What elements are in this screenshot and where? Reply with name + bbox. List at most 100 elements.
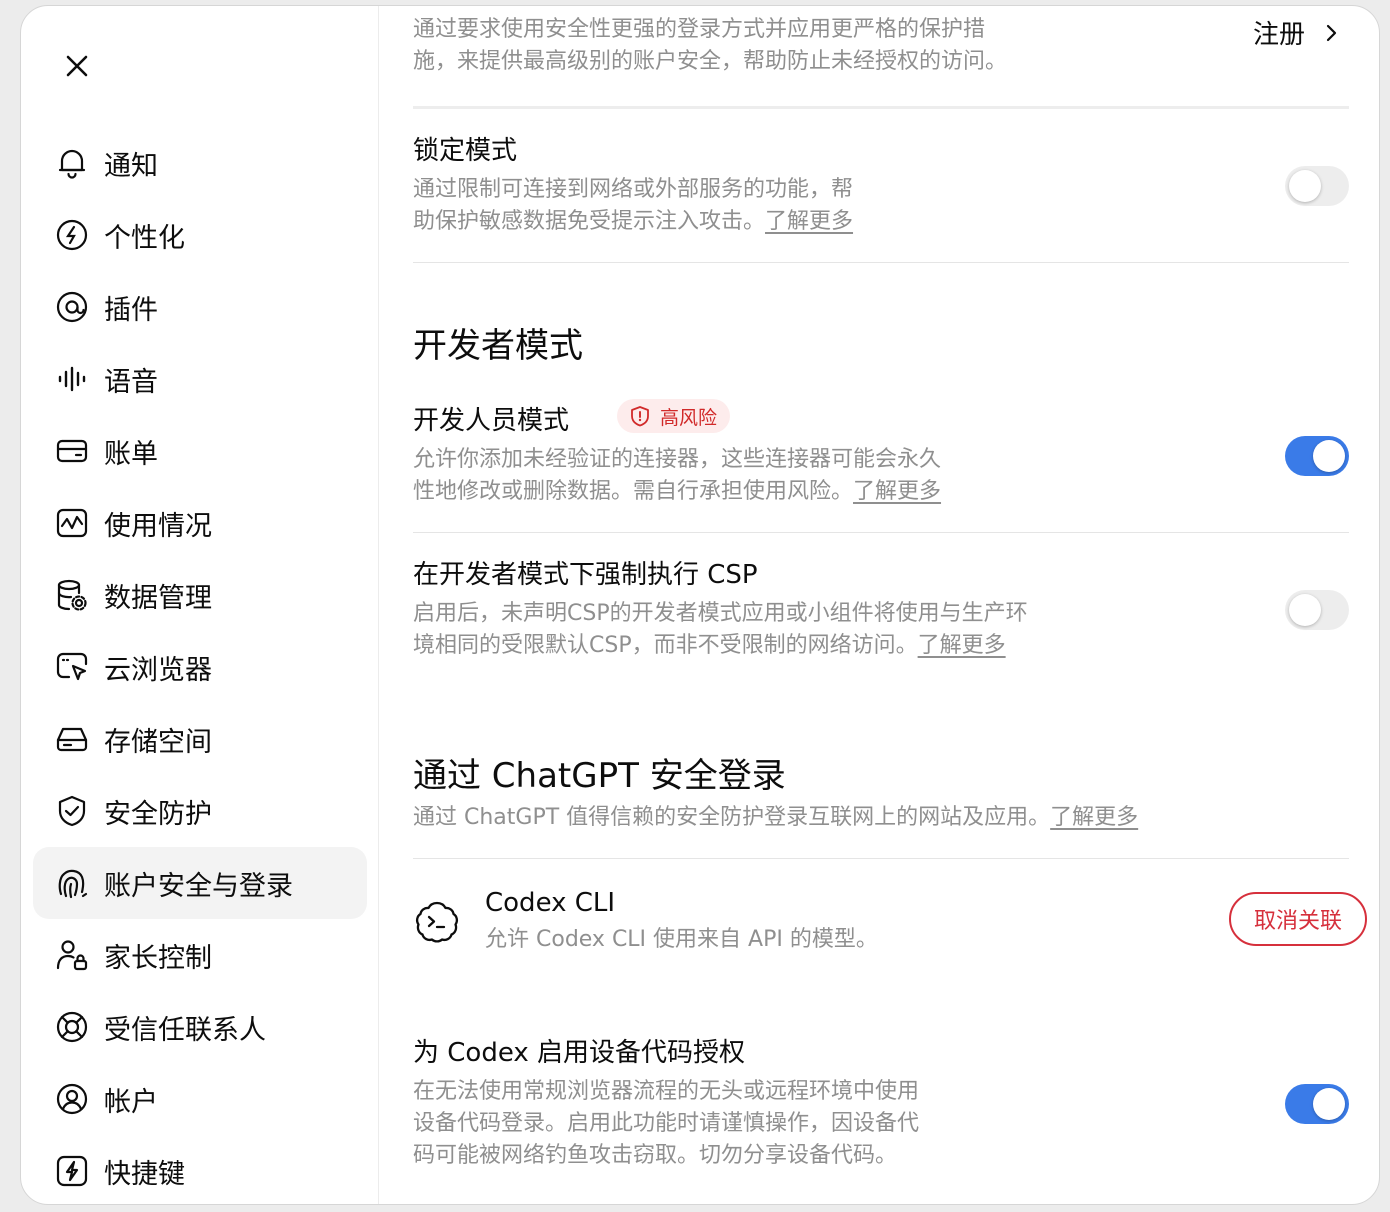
- sidebar-item-label: 通知: [104, 150, 158, 182]
- shield-check-icon: [54, 793, 90, 829]
- description-line: 施，来提供最高级别的账户安全，帮助防止未经授权的访问。: [413, 49, 1008, 74]
- sidebar-item-label: 帐户: [104, 1086, 158, 1118]
- settings-dialog: 通知 个性化 插件 语音 账单 使用情况 数据管理 云浏览器 存储空间 安全防护…: [20, 5, 1380, 1205]
- fingerprint-icon: [54, 865, 90, 901]
- sidebar-item-label: 家长控制: [104, 942, 212, 974]
- close-button[interactable]: [57, 46, 97, 86]
- sidebar-item-trusted-contacts[interactable]: 受信任联系人: [33, 991, 367, 1063]
- sidebar-item-notifications[interactable]: 通知: [33, 127, 367, 199]
- description-line: 通过要求使用安全性更强的登录方式并应用更严格的保护措: [413, 17, 986, 42]
- sidebar-item-shortcuts[interactable]: 快捷键: [33, 1135, 367, 1204]
- description-line: 性地修改或删除数据。需自行承担使用风险。了解更多: [413, 476, 1093, 508]
- unlink-button[interactable]: 取消关联: [1229, 892, 1367, 946]
- alert-shield-icon: [631, 406, 649, 427]
- description-text: 性地修改或删除数据。需自行承担使用风险。: [413, 479, 854, 504]
- waveform-icon: [54, 361, 90, 397]
- csp-description: 启用后，未声明CSP的开发者模式应用或小组件将使用与生产环 境相同的受限默认CS…: [413, 598, 1173, 662]
- sidebar-item-personalization[interactable]: 个性化: [33, 199, 367, 271]
- toggle-knob: [1313, 440, 1345, 472]
- sidebar-item-label: 受信任联系人: [104, 1014, 266, 1046]
- settings-sidebar: 通知 个性化 插件 语音 账单 使用情况 数据管理 云浏览器 存储空间 安全防护…: [21, 6, 379, 1204]
- codex-cli-icon: [413, 898, 461, 946]
- sidebar-item-label: 快捷键: [104, 1158, 185, 1190]
- description-line: 启用后，未声明CSP的开发者模式应用或小组件将使用与生产环: [413, 601, 1028, 626]
- sidebar-item-label: 使用情况: [104, 510, 212, 542]
- developer-section-title: 开发者模式: [413, 326, 583, 366]
- learn-more-link[interactable]: 了解更多: [918, 633, 1006, 658]
- advanced-security-description: 通过要求使用安全性更强的登录方式并应用更严格的保护措 施，来提供最高级别的账户安…: [413, 14, 1113, 78]
- description-line: 设备代码登录。启用此功能时请谨慎操作，因设备代: [413, 1111, 920, 1136]
- sidebar-item-label: 账户安全与登录: [104, 870, 293, 902]
- enroll-button[interactable]: 注册: [1253, 14, 1343, 51]
- usage-chart-icon: [54, 505, 90, 541]
- description-line: 码可能被网络钓鱼攻击窃取。切勿分享设备代码。: [413, 1143, 898, 1168]
- description-text: 助保护敏感数据免受提示注入攻击。: [413, 209, 766, 234]
- device-code-toggle[interactable]: [1285, 1084, 1349, 1124]
- description-line: 通过限制可连接到网络或外部服务的功能，帮: [413, 177, 854, 202]
- close-icon: [66, 55, 88, 77]
- description-line: 允许你添加未经验证的连接器，这些连接器可能会永久: [413, 447, 942, 472]
- sidebar-item-account[interactable]: 帐户: [33, 1063, 367, 1135]
- learn-more-link[interactable]: 了解更多: [765, 209, 853, 234]
- sidebar-item-label: 云浏览器: [104, 654, 212, 686]
- description-line: 助保护敏感数据免受提示注入攻击。了解更多: [413, 206, 1013, 238]
- sidebar-item-voice[interactable]: 语音: [33, 343, 367, 415]
- user-circle-icon: [54, 1081, 90, 1117]
- lockdown-title: 锁定模式: [413, 136, 518, 166]
- sidebar-item-label: 账单: [104, 438, 158, 470]
- toggle-knob: [1313, 1088, 1345, 1120]
- badge-label: 高风险: [660, 406, 718, 429]
- parent-lock-icon: [54, 937, 90, 973]
- chevron-right-icon: [1326, 24, 1337, 41]
- description-text: 通过 ChatGPT 值得信赖的安全防护登录互联网上的网站及应用。: [413, 805, 1051, 830]
- sidebar-item-data-management[interactable]: 数据管理: [33, 559, 367, 631]
- enroll-label: 注册: [1253, 20, 1306, 50]
- sidebar-item-usage[interactable]: 使用情况: [33, 487, 367, 559]
- sidebar-item-account-security[interactable]: 账户安全与登录: [33, 847, 367, 919]
- sidebar-item-security[interactable]: 安全防护: [33, 775, 367, 847]
- sidebar-item-billing[interactable]: 账单: [33, 415, 367, 487]
- toggle-knob: [1289, 170, 1321, 202]
- database-gear-icon: [54, 577, 90, 613]
- sidebar-item-label: 插件: [104, 294, 158, 326]
- sidebar-item-label: 安全防护: [104, 798, 212, 830]
- description-line: 境相同的受限默认CSP，而非不受限制的网络访问。了解更多: [413, 630, 1173, 662]
- sidebar-item-storage[interactable]: 存储空间: [33, 703, 367, 775]
- divider: [413, 106, 1349, 109]
- divider: [413, 262, 1349, 263]
- sidebar-item-cloud-browser[interactable]: 云浏览器: [33, 631, 367, 703]
- sidebar-item-label: 个性化: [104, 222, 185, 254]
- lockdown-toggle[interactable]: [1285, 166, 1349, 206]
- settings-content: 通过要求使用安全性更强的登录方式并应用更严格的保护措 施，来提供最高级别的账户安…: [413, 6, 1367, 1204]
- bell-icon: [54, 145, 90, 181]
- codex-cli-description: 允许 Codex CLI 使用来自 API 的模型。: [485, 927, 878, 952]
- sidebar-item-label: 存储空间: [104, 726, 212, 758]
- bolt-icon: [54, 1153, 90, 1189]
- chatgpt-login-title: 通过 ChatGPT 安全登录: [413, 756, 786, 796]
- sidebar-item-plugins[interactable]: 插件: [33, 271, 367, 343]
- device-code-title: 为 Codex 启用设备代码授权: [413, 1038, 746, 1068]
- developer-mode-title: 开发人员模式: [413, 406, 570, 436]
- description-text: 境相同的受限默认CSP，而非不受限制的网络访问。: [413, 633, 918, 658]
- settings-nav: 通知 个性化 插件 语音 账单 使用情况 数据管理 云浏览器 存储空间 安全防护…: [33, 127, 367, 1204]
- lockdown-description: 通过限制可连接到网络或外部服务的功能，帮 助保护敏感数据免受提示注入攻击。了解更…: [413, 174, 1013, 238]
- developer-mode-toggle[interactable]: [1285, 436, 1349, 476]
- high-risk-badge: 高风险: [617, 399, 731, 433]
- sidebar-item-label: 数据管理: [104, 582, 212, 614]
- sidebar-item-parental-controls[interactable]: 家长控制: [33, 919, 367, 991]
- description-line: 在无法使用常规浏览器流程的无头或远程环境中使用: [413, 1079, 920, 1104]
- developer-mode-description: 允许你添加未经验证的连接器，这些连接器可能会永久 性地修改或删除数据。需自行承担…: [413, 444, 1093, 508]
- learn-more-link[interactable]: 了解更多: [1050, 805, 1138, 830]
- lifebuoy-icon: [54, 1009, 90, 1045]
- device-code-description: 在无法使用常规浏览器流程的无头或远程环境中使用 设备代码登录。启用此功能时请谨慎…: [413, 1076, 1053, 1172]
- divider: [413, 858, 1349, 859]
- csp-title: 在开发者模式下强制执行 CSP: [413, 560, 758, 590]
- card-icon: [54, 433, 90, 469]
- plugin-icon: [54, 289, 90, 325]
- csp-toggle[interactable]: [1285, 590, 1349, 630]
- toggle-knob: [1289, 594, 1321, 626]
- codex-cli-title: Codex CLI: [485, 888, 616, 918]
- storage-icon: [54, 721, 90, 757]
- learn-more-link[interactable]: 了解更多: [853, 479, 941, 504]
- divider: [413, 532, 1349, 533]
